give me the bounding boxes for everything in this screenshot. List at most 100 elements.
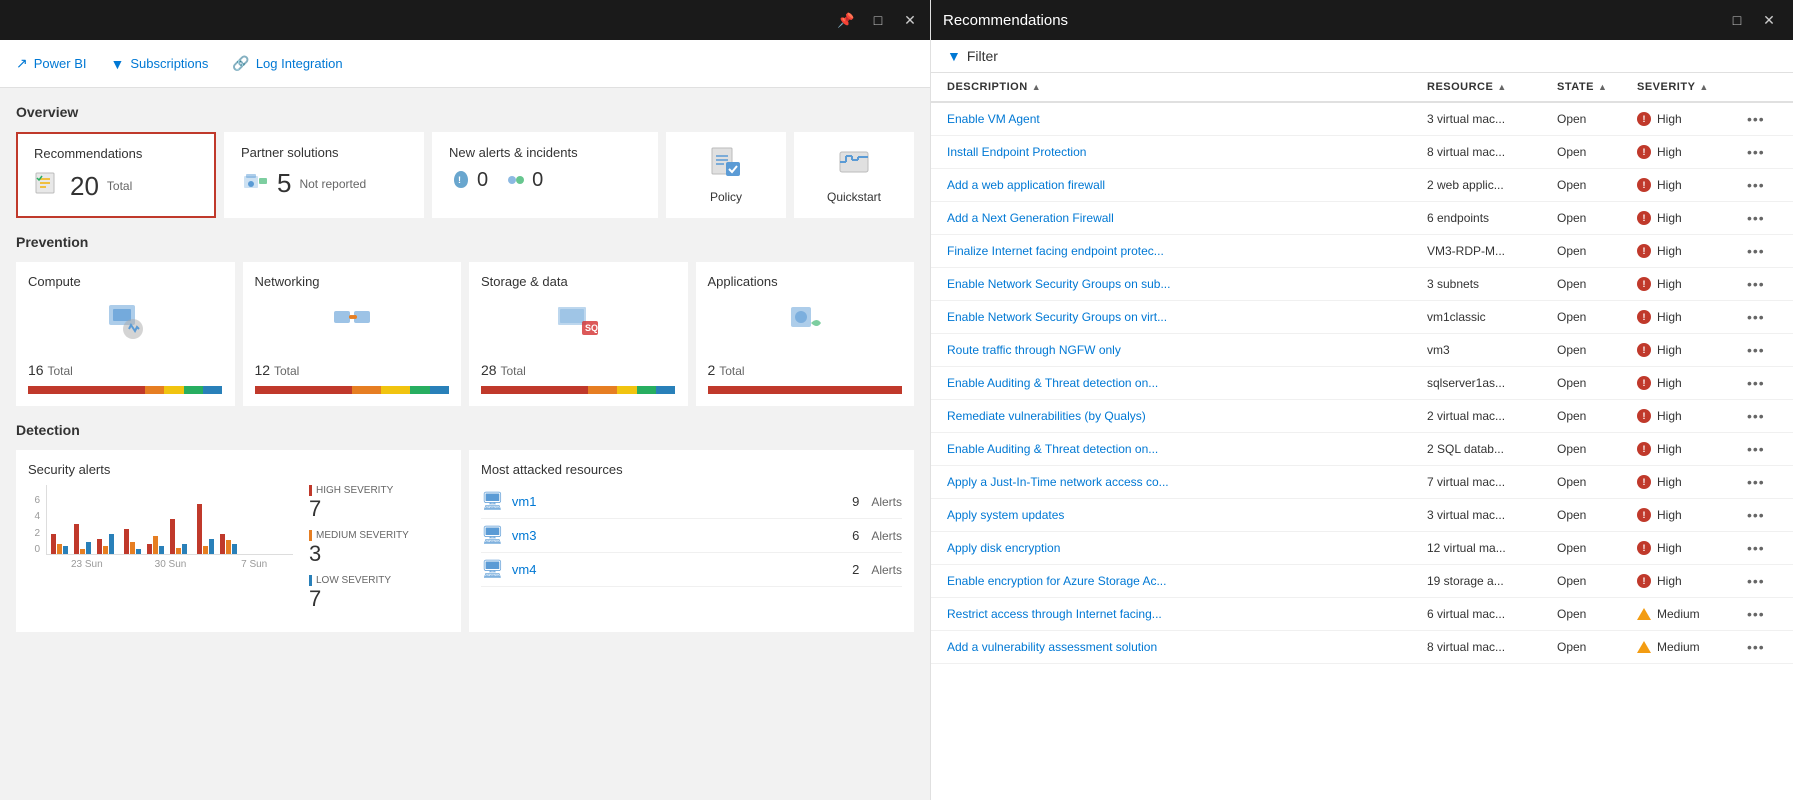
y-axis: 6 4 2 0 bbox=[28, 495, 44, 555]
new-alerts-card[interactable]: New alerts & incidents ! 0 bbox=[432, 132, 658, 218]
applications-card[interactable]: Applications 2 Total bbox=[696, 262, 915, 406]
quickstart-content: Quickstart bbox=[811, 145, 897, 205]
table-row[interactable]: Add a Next Generation Firewall 6 endpoin… bbox=[931, 202, 1793, 235]
partner-solutions-value-row: 5 Not reported bbox=[241, 168, 407, 199]
td-description: Add a vulnerability assessment solution bbox=[947, 640, 1427, 654]
resource-item-vm1[interactable]: 🖥 vm1 9 Alerts bbox=[481, 485, 902, 519]
vm4-name[interactable]: vm4 bbox=[512, 562, 844, 577]
right-top-bar: Recommendations □ ✕ bbox=[931, 0, 1793, 40]
table-row[interactable]: Add a vulnerability assessment solution … bbox=[931, 631, 1793, 664]
td-state: Open bbox=[1557, 178, 1637, 192]
td-more-button[interactable]: ••• bbox=[1747, 276, 1777, 292]
pin-icon[interactable]: 📌 bbox=[834, 8, 858, 32]
table-row[interactable]: Enable VM Agent 3 virtual mac... Open !H… bbox=[931, 103, 1793, 136]
th-severity[interactable]: SEVERITY ▲ bbox=[1637, 81, 1747, 93]
networking-card[interactable]: Networking 12 Total bbox=[243, 262, 462, 406]
table-row[interactable]: Route traffic through NGFW only vm3 Open… bbox=[931, 334, 1793, 367]
td-more-button[interactable]: ••• bbox=[1747, 144, 1777, 160]
recommendations-card[interactable]: Recommendations 20 Total bbox=[16, 132, 216, 218]
applications-progress bbox=[708, 386, 903, 394]
td-more-button[interactable]: ••• bbox=[1747, 474, 1777, 490]
th-state[interactable]: STATE ▲ bbox=[1557, 81, 1637, 93]
recommendations-label: Total bbox=[107, 179, 132, 193]
severity-medium-icon bbox=[1637, 608, 1651, 620]
td-state: Open bbox=[1557, 112, 1637, 126]
th-description[interactable]: DESCRIPTION ▲ bbox=[947, 81, 1427, 93]
table-row[interactable]: Enable Auditing & Threat detection on...… bbox=[931, 433, 1793, 466]
prevention-grid: Compute 16 Total bbox=[16, 262, 914, 406]
td-resource: 3 virtual mac... bbox=[1427, 112, 1557, 126]
table-body: Enable VM Agent 3 virtual mac... Open !H… bbox=[931, 103, 1793, 664]
right-close-icon[interactable]: ✕ bbox=[1757, 8, 1781, 32]
severity-high-icon: ! bbox=[1637, 442, 1651, 456]
resource-item-vm4[interactable]: 🖥 vm4 2 Alerts bbox=[481, 553, 902, 587]
table-row[interactable]: Apply system updates 3 virtual mac... Op… bbox=[931, 499, 1793, 532]
vm3-name[interactable]: vm3 bbox=[512, 528, 844, 543]
storage-card[interactable]: Storage & data SQL 28 Total bbox=[469, 262, 688, 406]
th-resource[interactable]: RESOURCE ▲ bbox=[1427, 81, 1557, 93]
right-minimize-icon[interactable]: □ bbox=[1725, 8, 1749, 32]
powerbi-button[interactable]: ↗ Power BI bbox=[16, 55, 86, 72]
vm3-icon: 🖥 bbox=[481, 525, 504, 546]
security-alerts-title: Security alerts bbox=[28, 462, 449, 477]
td-more-button[interactable]: ••• bbox=[1747, 507, 1777, 523]
td-more-button[interactable]: ••• bbox=[1747, 441, 1777, 457]
table-row[interactable]: Enable Network Security Groups on virt..… bbox=[931, 301, 1793, 334]
policy-card[interactable]: Policy bbox=[666, 132, 786, 218]
powerbi-icon: ↗ bbox=[16, 55, 28, 72]
td-more-button[interactable]: ••• bbox=[1747, 540, 1777, 556]
table-row[interactable]: Remediate vulnerabilities (by Qualys) 2 … bbox=[931, 400, 1793, 433]
minimize-icon[interactable]: □ bbox=[866, 8, 890, 32]
table-row[interactable]: Finalize Internet facing endpoint protec… bbox=[931, 235, 1793, 268]
td-severity: !High bbox=[1637, 475, 1747, 489]
td-more-button[interactable]: ••• bbox=[1747, 573, 1777, 589]
table-row[interactable]: Enable Network Security Groups on sub...… bbox=[931, 268, 1793, 301]
td-description: Add a Next Generation Firewall bbox=[947, 211, 1427, 225]
quickstart-card[interactable]: Quickstart bbox=[794, 132, 914, 218]
td-more-button[interactable]: ••• bbox=[1747, 639, 1777, 655]
table-row[interactable]: Restrict access through Internet facing.… bbox=[931, 598, 1793, 631]
right-toolbar: ▼ Filter bbox=[931, 40, 1793, 73]
table-row[interactable]: Enable Auditing & Threat detection on...… bbox=[931, 367, 1793, 400]
table-header: DESCRIPTION ▲ RESOURCE ▲ STATE ▲ SEVERIT… bbox=[931, 73, 1793, 103]
compute-card[interactable]: Compute 16 Total bbox=[16, 262, 235, 406]
td-severity: Medium bbox=[1637, 607, 1747, 621]
td-description: Apply system updates bbox=[947, 508, 1427, 522]
severity-high-icon: ! bbox=[1637, 541, 1651, 555]
close-icon[interactable]: ✕ bbox=[898, 8, 922, 32]
td-resource: 6 endpoints bbox=[1427, 211, 1557, 225]
table-row[interactable]: Install Endpoint Protection 8 virtual ma… bbox=[931, 136, 1793, 169]
td-more-button[interactable]: ••• bbox=[1747, 111, 1777, 127]
table-row[interactable]: Add a web application firewall 2 web app… bbox=[931, 169, 1793, 202]
alerts-number: 0 bbox=[477, 169, 488, 192]
td-more-button[interactable]: ••• bbox=[1747, 408, 1777, 424]
security-alerts-card[interactable]: Security alerts 6 4 2 0 bbox=[16, 450, 461, 632]
most-attacked-card[interactable]: Most attacked resources 🖥 vm1 9 Alerts 🖥… bbox=[469, 450, 914, 632]
td-more-button[interactable]: ••• bbox=[1747, 243, 1777, 259]
chart-area: 6 4 2 0 bbox=[28, 485, 449, 620]
vm3-alerts: 6 bbox=[852, 528, 859, 543]
td-more-button[interactable]: ••• bbox=[1747, 309, 1777, 325]
partner-solutions-card[interactable]: Partner solutions 5 Not reported bbox=[224, 132, 424, 218]
log-integration-button[interactable]: 🔗 Log Integration bbox=[232, 55, 342, 72]
resource-item-vm3[interactable]: 🖥 vm3 6 Alerts bbox=[481, 519, 902, 553]
compute-icon bbox=[28, 297, 223, 354]
recommendations-card-title: Recommendations bbox=[34, 146, 198, 161]
td-severity: Medium bbox=[1637, 640, 1747, 654]
filter-funnel-icon: ▼ bbox=[947, 48, 961, 64]
table-row[interactable]: Apply a Just-In-Time network access co..… bbox=[931, 466, 1793, 499]
detection-grid: Security alerts 6 4 2 0 bbox=[16, 450, 914, 632]
subscriptions-button[interactable]: ▼ Subscriptions bbox=[110, 56, 208, 72]
td-more-button[interactable]: ••• bbox=[1747, 606, 1777, 622]
td-more-button[interactable]: ••• bbox=[1747, 177, 1777, 193]
td-more-button[interactable]: ••• bbox=[1747, 342, 1777, 358]
severity-medium-icon bbox=[1637, 641, 1651, 653]
vm1-name[interactable]: vm1 bbox=[512, 494, 844, 509]
table-row[interactable]: Enable encryption for Azure Storage Ac..… bbox=[931, 565, 1793, 598]
td-more-button[interactable]: ••• bbox=[1747, 210, 1777, 226]
table-row[interactable]: Apply disk encryption 12 virtual ma... O… bbox=[931, 532, 1793, 565]
td-resource: 2 virtual mac... bbox=[1427, 409, 1557, 423]
applications-title: Applications bbox=[708, 274, 903, 289]
td-more-button[interactable]: ••• bbox=[1747, 375, 1777, 391]
partner-solutions-icon bbox=[241, 168, 269, 199]
